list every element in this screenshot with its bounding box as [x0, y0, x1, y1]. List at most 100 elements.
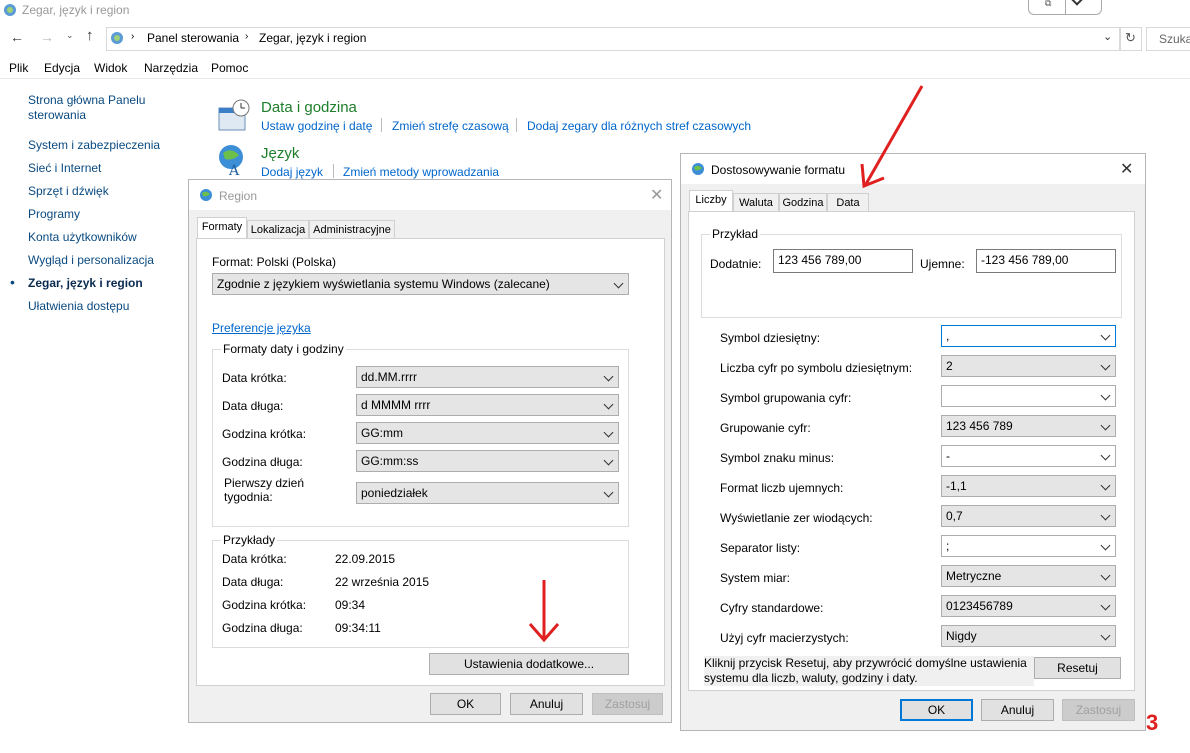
cancel-button[interactable]: Anuluj [510, 693, 583, 715]
close-icon[interactable]: ✕ [1120, 159, 1133, 179]
link-add-clocks[interactable]: Dodaj zegary dla różnych stref czasowych [527, 119, 751, 133]
example-value: 09:34 [335, 598, 366, 612]
refresh-button[interactable]: ↻ [1120, 27, 1142, 51]
tab-currency[interactable]: Waluta [733, 193, 779, 212]
measurement-system-label: System miar: [720, 571, 791, 585]
back-icon[interactable]: ← [10, 29, 24, 45]
chevron-down-icon [1100, 600, 1111, 611]
ribbon-toggle[interactable]: ⧉ [1028, 0, 1102, 15]
list-separator-select[interactable]: ; [941, 535, 1116, 557]
negative-label: Ujemne: [920, 257, 965, 271]
first-day-select[interactable]: poniedziałek [356, 482, 619, 504]
forward-icon[interactable]: → [40, 29, 54, 45]
chevron-down-icon [1100, 480, 1111, 491]
sidebar-item-hardware[interactable]: Sprzęt i dźwięk [28, 184, 109, 198]
group-title: Formaty daty i godziny [221, 342, 346, 356]
example-value: 22.09.2015 [335, 552, 396, 566]
refresh-icon[interactable]: ↻ [1125, 30, 1136, 46]
menu-divider [0, 78, 1190, 79]
grouping-symbol-select[interactable] [941, 385, 1116, 407]
search-placeholder: Szuka [1159, 32, 1190, 46]
language-preferences-link[interactable]: Preferencje języka [212, 321, 311, 335]
ok-button[interactable]: OK [430, 693, 501, 715]
long-date-value: d MMMM rrrr [361, 398, 431, 412]
negative-sign-select[interactable]: - [941, 445, 1116, 467]
sidebar-item-home[interactable]: Strona główna Panelu sterowania [28, 93, 168, 123]
decimal-symbol-select[interactable]: , [941, 325, 1116, 347]
short-time-value: GG:mm [361, 426, 403, 440]
chevron-down-icon [603, 487, 614, 498]
chevron-down-icon [1100, 540, 1111, 551]
menu-bar: Plik Edycja Widok Narzędzia Pomoc [0, 57, 1190, 79]
reset-button[interactable]: Resetuj [1034, 657, 1121, 679]
tab-administrative[interactable]: Administracyjne [309, 220, 395, 239]
link-set-time[interactable]: Ustaw godzinę i datę [261, 119, 372, 133]
tab-formats[interactable]: Formaty [197, 217, 247, 239]
chevron-down-icon[interactable] [1071, 0, 1083, 6]
sidebar-item-network[interactable]: Sieć i Internet [28, 161, 101, 175]
leading-zeros-select[interactable]: 0,7 [941, 505, 1116, 527]
list-separator-label: Separator listy: [720, 541, 801, 555]
decimal-digits-select[interactable]: 2 [941, 355, 1116, 377]
address-box[interactable]: › Panel sterowania › Zegar, język i regi… [106, 27, 1120, 51]
breadcrumb-root[interactable]: Panel sterowania [147, 31, 239, 45]
digit-grouping-select[interactable]: 123 456 789 [941, 415, 1116, 437]
advanced-settings-button[interactable]: Ustawienia dodatkowe... [429, 653, 629, 675]
digit-grouping-label: Grupowanie cyfr: [720, 421, 811, 435]
tab-date[interactable]: Data [827, 193, 869, 212]
chevron-down-icon [1100, 390, 1111, 401]
chevron-down-icon [1100, 570, 1111, 581]
ok-button[interactable]: OK [900, 699, 973, 721]
close-icon[interactable]: ✕ [650, 185, 663, 205]
short-time-select[interactable]: GG:mm [356, 422, 619, 444]
long-date-select[interactable]: d MMMM rrrr [356, 394, 619, 416]
first-day-label: Pierwszy dzień tygodnia: [224, 476, 305, 504]
menu-view[interactable]: Widok [94, 61, 127, 75]
example-label: Godzina krótka: [222, 598, 307, 612]
reset-description: Kliknij przycisk Resetuj, aby przywrócić… [704, 656, 1034, 686]
up-icon[interactable]: ↑ [86, 27, 94, 44]
tab-time[interactable]: Godzina [779, 193, 827, 212]
cancel-button[interactable]: Anuluj [981, 699, 1054, 721]
address-dropdown-icon[interactable]: ⌄ [1103, 30, 1112, 43]
search-box[interactable]: Szuka [1146, 27, 1190, 51]
region-dialog: Region ✕ Formaty Lokalizacja Administrac… [188, 179, 672, 723]
link-change-input[interactable]: Zmień metody wprowadzania [343, 165, 499, 179]
native-digits-select[interactable]: Nigdy [941, 625, 1116, 647]
short-date-value: dd.MM.rrrr [361, 370, 417, 384]
negative-format-select[interactable]: -1,1 [941, 475, 1116, 497]
expand-icon[interactable]: ⧉ [1045, 0, 1051, 9]
link-add-language[interactable]: Dodaj język [261, 165, 323, 179]
breadcrumb-current[interactable]: Zegar, język i region [259, 31, 366, 45]
tab-location[interactable]: Lokalizacja [247, 220, 309, 239]
category-title-language[interactable]: Język [261, 145, 299, 162]
short-date-select[interactable]: dd.MM.rrrr [356, 366, 619, 388]
apply-button[interactable]: Zastosuj [1062, 699, 1135, 721]
measurement-system-select[interactable]: Metryczne [941, 565, 1116, 587]
sidebar-item-accessibility[interactable]: Ułatwienia dostępu [28, 299, 129, 313]
measurement-system-value: Metryczne [946, 569, 1002, 583]
recent-dropdown-icon[interactable]: ⌄ [66, 30, 74, 41]
sidebar-item-clock-region[interactable]: Zegar, język i region [28, 276, 143, 290]
sidebar-item-appearance[interactable]: Wygląd i personalizacja [28, 253, 154, 267]
example-label: Data krótka: [222, 552, 287, 566]
negative-format-label: Format liczb ujemnych: [720, 481, 844, 495]
sidebar-item-security[interactable]: System i zabezpieczenia [28, 138, 160, 152]
decimal-symbol-value: , [946, 329, 950, 343]
menu-file[interactable]: Plik [9, 61, 28, 75]
apply-button[interactable]: Zastosuj [592, 693, 663, 715]
menu-edit[interactable]: Edycja [44, 61, 80, 75]
region-globe-icon [200, 189, 212, 201]
menu-help[interactable]: Pomoc [211, 61, 248, 75]
category-title-datetime[interactable]: Data i godzina [261, 99, 357, 116]
standard-digits-value: 0123456789 [946, 599, 1013, 613]
standard-digits-select[interactable]: 0123456789 [941, 595, 1116, 617]
tab-numbers[interactable]: Liczby [689, 190, 733, 212]
link-change-timezone[interactable]: Zmień strefę czasową [392, 119, 509, 133]
sidebar-item-programs[interactable]: Programy [28, 207, 80, 221]
sidebar-item-accounts[interactable]: Konta użytkowników [28, 230, 137, 244]
menu-tools[interactable]: Narzędzia [144, 61, 198, 75]
digit-grouping-value: 123 456 789 [946, 419, 1013, 433]
long-time-select[interactable]: GG:mm:ss [356, 450, 619, 472]
format-select[interactable]: Zgodnie z językiem wyświetlania systemu … [212, 273, 629, 295]
